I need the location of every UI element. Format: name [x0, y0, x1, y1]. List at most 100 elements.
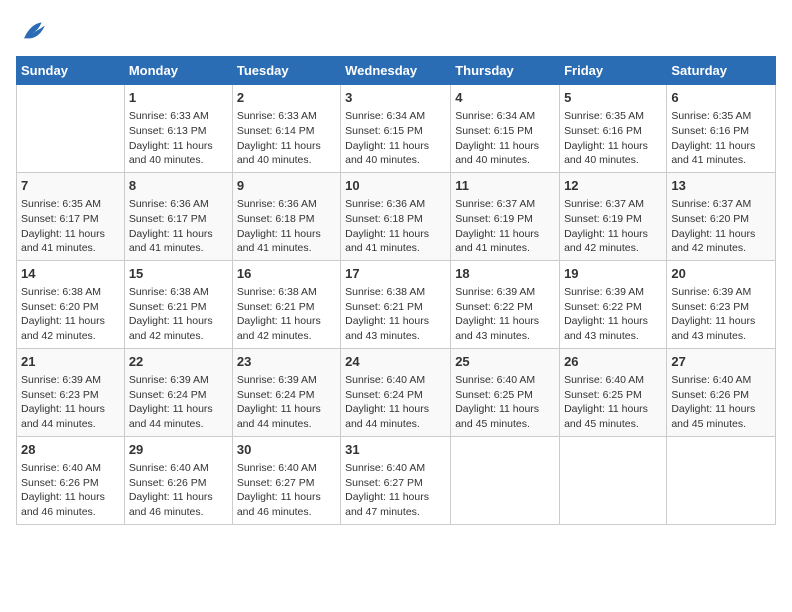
- day-cell: [17, 85, 125, 173]
- day-info: Sunrise: 6:39 AM Sunset: 6:22 PM Dayligh…: [455, 285, 555, 344]
- page-header: [16, 16, 776, 48]
- day-info: Sunrise: 6:40 AM Sunset: 6:25 PM Dayligh…: [455, 373, 555, 432]
- day-cell: 19 Sunrise: 6:39 AM Sunset: 6:22 PM Dayli…: [560, 260, 667, 348]
- week-row-4: 21 Sunrise: 6:39 AM Sunset: 6:23 PM Dayli…: [17, 348, 776, 436]
- day-cell: 26Sunrise: 6:40 AM Sunset: 6:25 PM Dayli…: [560, 348, 667, 436]
- day-info: Sunrise: 6:38 AM Sunset: 6:20 PM Dayligh…: [21, 285, 120, 344]
- day-info: Sunrise: 6:39 AM Sunset: 6:24 PM Dayligh…: [129, 373, 228, 432]
- logo: [16, 16, 52, 48]
- calendar-header: SundayMondayTuesdayWednesdayThursdayFrid…: [17, 57, 776, 85]
- day-info: Sunrise: 6:34 AM Sunset: 6:15 PM Dayligh…: [345, 109, 446, 168]
- day-cell: 10 Sunrise: 6:36 AM Sunset: 6:18 PM Dayli…: [341, 172, 451, 260]
- day-cell: 2 Sunrise: 6:33 AM Sunset: 6:14 PM Daylig…: [232, 85, 340, 173]
- day-cell: [560, 436, 667, 524]
- day-number: 11: [455, 177, 555, 195]
- week-row-3: 14 Sunrise: 6:38 AM Sunset: 6:20 PM Dayli…: [17, 260, 776, 348]
- day-info: Sunrise: 6:35 AM Sunset: 6:16 PM Dayligh…: [564, 109, 662, 168]
- calendar-body: 1 Sunrise: 6:33 AM Sunset: 6:13 PM Daylig…: [17, 85, 776, 525]
- day-info: Sunrise: 6:40 AM Sunset: 6:24 PM Dayligh…: [345, 373, 446, 432]
- day-number: 15: [129, 265, 228, 283]
- day-cell: 23Sunrise: 6:39 AM Sunset: 6:24 PM Dayli…: [232, 348, 340, 436]
- day-number: 28: [21, 441, 120, 459]
- day-cell: 15 Sunrise: 6:38 AM Sunset: 6:21 PM Dayli…: [124, 260, 232, 348]
- day-number: 21: [21, 353, 120, 371]
- day-number: 9: [237, 177, 336, 195]
- day-info: Sunrise: 6:40 AM Sunset: 6:26 PM Dayligh…: [671, 373, 771, 432]
- day-number: 4: [455, 89, 555, 107]
- day-number: 18: [455, 265, 555, 283]
- weekday-header-wednesday: Wednesday: [341, 57, 451, 85]
- day-cell: 9 Sunrise: 6:36 AM Sunset: 6:18 PM Daylig…: [232, 172, 340, 260]
- day-cell: 14 Sunrise: 6:38 AM Sunset: 6:20 PM Dayli…: [17, 260, 125, 348]
- day-cell: 13 Sunrise: 6:37 AM Sunset: 6:20 PM Dayli…: [667, 172, 776, 260]
- week-row-1: 1 Sunrise: 6:33 AM Sunset: 6:13 PM Daylig…: [17, 85, 776, 173]
- day-number: 1: [129, 89, 228, 107]
- day-cell: 7 Sunrise: 6:35 AM Sunset: 6:17 PM Daylig…: [17, 172, 125, 260]
- day-cell: [667, 436, 776, 524]
- day-number: 25: [455, 353, 555, 371]
- day-cell: 5 Sunrise: 6:35 AM Sunset: 6:16 PM Daylig…: [560, 85, 667, 173]
- day-cell: 3 Sunrise: 6:34 AM Sunset: 6:15 PM Daylig…: [341, 85, 451, 173]
- day-cell: 25 Sunrise: 6:40 AM Sunset: 6:25 PM Dayli…: [451, 348, 560, 436]
- day-cell: 11 Sunrise: 6:37 AM Sunset: 6:19 PM Dayli…: [451, 172, 560, 260]
- day-number: 13: [671, 177, 771, 195]
- day-cell: 22 Sunrise: 6:39 AM Sunset: 6:24 PM Dayli…: [124, 348, 232, 436]
- calendar-table: SundayMondayTuesdayWednesdayThursdayFrid…: [16, 56, 776, 525]
- day-cell: 16 Sunrise: 6:38 AM Sunset: 6:21 PM Dayli…: [232, 260, 340, 348]
- day-info: Sunrise: 6:38 AM Sunset: 6:21 PM Dayligh…: [237, 285, 336, 344]
- day-cell: 24 Sunrise: 6:40 AM Sunset: 6:24 PM Dayli…: [341, 348, 451, 436]
- day-cell: 6Sunrise: 6:35 AM Sunset: 6:16 PM Daylig…: [667, 85, 776, 173]
- day-number: 17: [345, 265, 446, 283]
- day-number: 8: [129, 177, 228, 195]
- day-info: Sunrise: 6:37 AM Sunset: 6:19 PM Dayligh…: [455, 197, 555, 256]
- day-number: 22: [129, 353, 228, 371]
- weekday-header-saturday: Saturday: [667, 57, 776, 85]
- week-row-2: 7 Sunrise: 6:35 AM Sunset: 6:17 PM Daylig…: [17, 172, 776, 260]
- day-number: 14: [21, 265, 120, 283]
- day-number: 10: [345, 177, 446, 195]
- day-cell: 31 Sunrise: 6:40 AM Sunset: 6:27 PM Dayli…: [341, 436, 451, 524]
- day-number: 20: [671, 265, 771, 283]
- day-info: Sunrise: 6:39 AM Sunset: 6:22 PM Dayligh…: [564, 285, 662, 344]
- day-number: 30: [237, 441, 336, 459]
- day-info: Sunrise: 6:39 AM Sunset: 6:23 PM Dayligh…: [671, 285, 771, 344]
- weekday-header-friday: Friday: [560, 57, 667, 85]
- day-number: 19: [564, 265, 662, 283]
- day-number: 2: [237, 89, 336, 107]
- day-number: 7: [21, 177, 120, 195]
- day-info: Sunrise: 6:36 AM Sunset: 6:17 PM Dayligh…: [129, 197, 228, 256]
- day-info: Sunrise: 6:40 AM Sunset: 6:25 PM Dayligh…: [564, 373, 662, 432]
- day-info: Sunrise: 6:40 AM Sunset: 6:27 PM Dayligh…: [345, 461, 446, 520]
- day-info: Sunrise: 6:36 AM Sunset: 6:18 PM Dayligh…: [237, 197, 336, 256]
- day-info: Sunrise: 6:35 AM Sunset: 6:16 PM Dayligh…: [671, 109, 771, 168]
- weekday-header-row: SundayMondayTuesdayWednesdayThursdayFrid…: [17, 57, 776, 85]
- day-info: Sunrise: 6:37 AM Sunset: 6:20 PM Dayligh…: [671, 197, 771, 256]
- day-info: Sunrise: 6:36 AM Sunset: 6:18 PM Dayligh…: [345, 197, 446, 256]
- day-info: Sunrise: 6:40 AM Sunset: 6:26 PM Dayligh…: [129, 461, 228, 520]
- day-info: Sunrise: 6:40 AM Sunset: 6:27 PM Dayligh…: [237, 461, 336, 520]
- weekday-header-thursday: Thursday: [451, 57, 560, 85]
- day-info: Sunrise: 6:33 AM Sunset: 6:14 PM Dayligh…: [237, 109, 336, 168]
- day-number: 5: [564, 89, 662, 107]
- day-cell: 17Sunrise: 6:38 AM Sunset: 6:21 PM Dayli…: [341, 260, 451, 348]
- day-cell: 4 Sunrise: 6:34 AM Sunset: 6:15 PM Daylig…: [451, 85, 560, 173]
- day-info: Sunrise: 6:33 AM Sunset: 6:13 PM Dayligh…: [129, 109, 228, 168]
- day-cell: 21 Sunrise: 6:39 AM Sunset: 6:23 PM Dayli…: [17, 348, 125, 436]
- day-number: 27: [671, 353, 771, 371]
- day-info: Sunrise: 6:38 AM Sunset: 6:21 PM Dayligh…: [129, 285, 228, 344]
- day-info: Sunrise: 6:39 AM Sunset: 6:23 PM Dayligh…: [21, 373, 120, 432]
- day-cell: 18 Sunrise: 6:39 AM Sunset: 6:22 PM Dayli…: [451, 260, 560, 348]
- day-number: 16: [237, 265, 336, 283]
- day-number: 31: [345, 441, 446, 459]
- day-info: Sunrise: 6:34 AM Sunset: 6:15 PM Dayligh…: [455, 109, 555, 168]
- day-info: Sunrise: 6:37 AM Sunset: 6:19 PM Dayligh…: [564, 197, 662, 256]
- day-cell: 12 Sunrise: 6:37 AM Sunset: 6:19 PM Dayli…: [560, 172, 667, 260]
- day-number: 3: [345, 89, 446, 107]
- day-number: 12: [564, 177, 662, 195]
- logo-icon: [16, 16, 48, 48]
- day-number: 24: [345, 353, 446, 371]
- weekday-header-sunday: Sunday: [17, 57, 125, 85]
- day-info: Sunrise: 6:39 AM Sunset: 6:24 PM Dayligh…: [237, 373, 336, 432]
- day-info: Sunrise: 6:35 AM Sunset: 6:17 PM Dayligh…: [21, 197, 120, 256]
- day-cell: 8 Sunrise: 6:36 AM Sunset: 6:17 PM Daylig…: [124, 172, 232, 260]
